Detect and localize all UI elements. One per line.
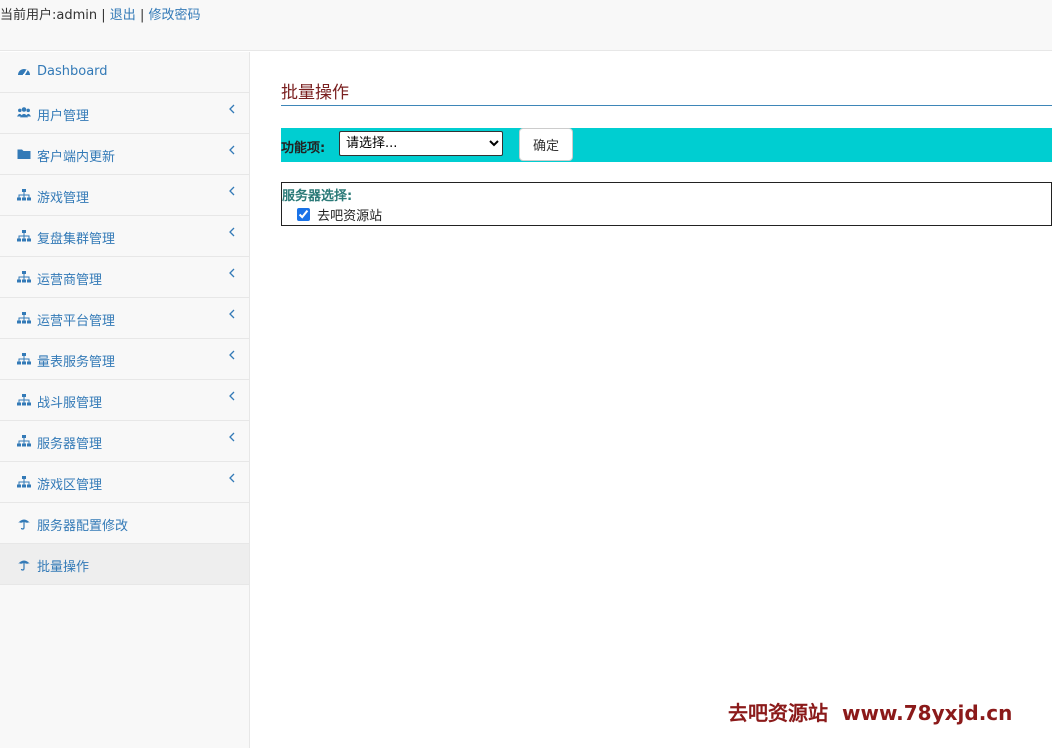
server-section-title: 服务器选择:	[282, 189, 353, 204]
sitemap-icon	[17, 311, 31, 325]
folder-icon	[17, 147, 31, 161]
chevron-left-icon[interactable]	[228, 472, 236, 483]
sidebar-item-label: 量表服务管理	[37, 355, 116, 370]
sidebar-item[interactable]: 运营商管理	[0, 257, 249, 298]
chevron-left-icon[interactable]	[228, 431, 236, 442]
dashboard-icon	[17, 65, 31, 79]
sidebar-item-label: 服务器管理	[37, 437, 103, 452]
sidebar-item[interactable]: 量表服务管理	[0, 339, 249, 380]
sidebar-item[interactable]: 服务器配置修改	[0, 503, 249, 544]
function-label: 功能项:	[281, 141, 326, 156]
chevron-left-icon[interactable]	[228, 185, 236, 196]
chevron-left-icon[interactable]	[228, 308, 236, 319]
users-icon	[17, 106, 31, 120]
sidebar-item-label: 游戏管理	[37, 191, 90, 206]
user-info: 当前用户:admin | 退出 | 修改密码	[0, 4, 201, 23]
sidebar-item[interactable]: 批量操作	[0, 544, 249, 585]
separator: |	[139, 8, 145, 23]
sidebar-item-label: 批量操作	[37, 560, 90, 575]
separator: |	[101, 8, 106, 23]
server-option[interactable]: 去吧资源站	[297, 205, 383, 224]
sidebar-item-label: Dashboard	[37, 64, 108, 79]
watermark-url: www.78yxjd.cn	[842, 701, 1013, 725]
sidebar-item[interactable]: 战斗服管理	[0, 380, 249, 421]
function-toolbar: 功能项: 请选择... 确定	[281, 128, 1052, 162]
sidebar-item-label: 用户管理	[37, 109, 90, 124]
watermark-brand: 去吧资源站	[728, 701, 828, 725]
sitemap-icon	[17, 188, 31, 202]
top-bar: 当前用户:admin | 退出 | 修改密码	[0, 0, 1052, 51]
confirm-button[interactable]: 确定	[519, 128, 573, 161]
change-password-link[interactable]: 修改密码	[148, 8, 200, 23]
chevron-left-icon[interactable]	[228, 349, 236, 360]
chevron-left-icon[interactable]	[228, 103, 236, 114]
sitemap-icon	[17, 270, 31, 284]
sidebar-item[interactable]: 客户端内更新	[0, 134, 249, 175]
sitemap-icon	[17, 475, 31, 489]
sitemap-icon	[17, 434, 31, 448]
sidebar-item[interactable]: 游戏区管理	[0, 462, 249, 503]
chevron-left-icon[interactable]	[228, 144, 236, 155]
sidebar-item-label: 复盘集群管理	[37, 232, 116, 247]
current-user-label: 当前用户:admin	[0, 8, 98, 23]
main-content: 批量操作 功能项: 请选择... 确定 服务器选择: 去吧资源站	[251, 52, 1052, 748]
logout-link[interactable]: 退出	[110, 8, 136, 23]
chevron-left-icon[interactable]	[228, 226, 236, 237]
umbrella-icon	[17, 516, 31, 530]
umbrella-icon	[17, 557, 31, 571]
sidebar-item-label: 服务器配置修改	[37, 519, 129, 534]
page-title: 批量操作	[281, 83, 1052, 106]
function-select[interactable]: 请选择...	[339, 131, 503, 156]
sidebar-item[interactable]: 用户管理	[0, 93, 249, 134]
sitemap-icon	[17, 352, 31, 366]
sitemap-icon	[17, 229, 31, 243]
chevron-left-icon[interactable]	[228, 390, 236, 401]
sitemap-icon	[17, 393, 31, 407]
watermark: 去吧资源站 www.78yxjd.cn	[728, 697, 1012, 726]
sidebar-item-label: 游戏区管理	[37, 478, 103, 493]
server-name: 去吧资源站	[317, 209, 383, 224]
chevron-left-icon[interactable]	[228, 267, 236, 278]
sidebar-item-label: 运营平台管理	[37, 314, 116, 329]
sidebar-item[interactable]: 运营平台管理	[0, 298, 249, 339]
sidebar-item-label: 运营商管理	[37, 273, 103, 288]
sidebar-item-label: 客户端内更新	[37, 150, 116, 165]
server-selection-box: 服务器选择: 去吧资源站	[281, 182, 1052, 226]
sidebar-item[interactable]: Dashboard	[0, 52, 249, 93]
server-checkbox[interactable]	[297, 208, 310, 221]
sidebar-item-label: 战斗服管理	[37, 396, 103, 411]
sidebar: Dashboard 用户管理客户端内更新 游戏管理复盘集群管理 运营商管理运营平台管理…	[0, 52, 250, 748]
sidebar-item[interactable]: 游戏管理	[0, 175, 249, 216]
sidebar-item[interactable]: 服务器管理	[0, 421, 249, 462]
sidebar-item[interactable]: 复盘集群管理	[0, 216, 249, 257]
